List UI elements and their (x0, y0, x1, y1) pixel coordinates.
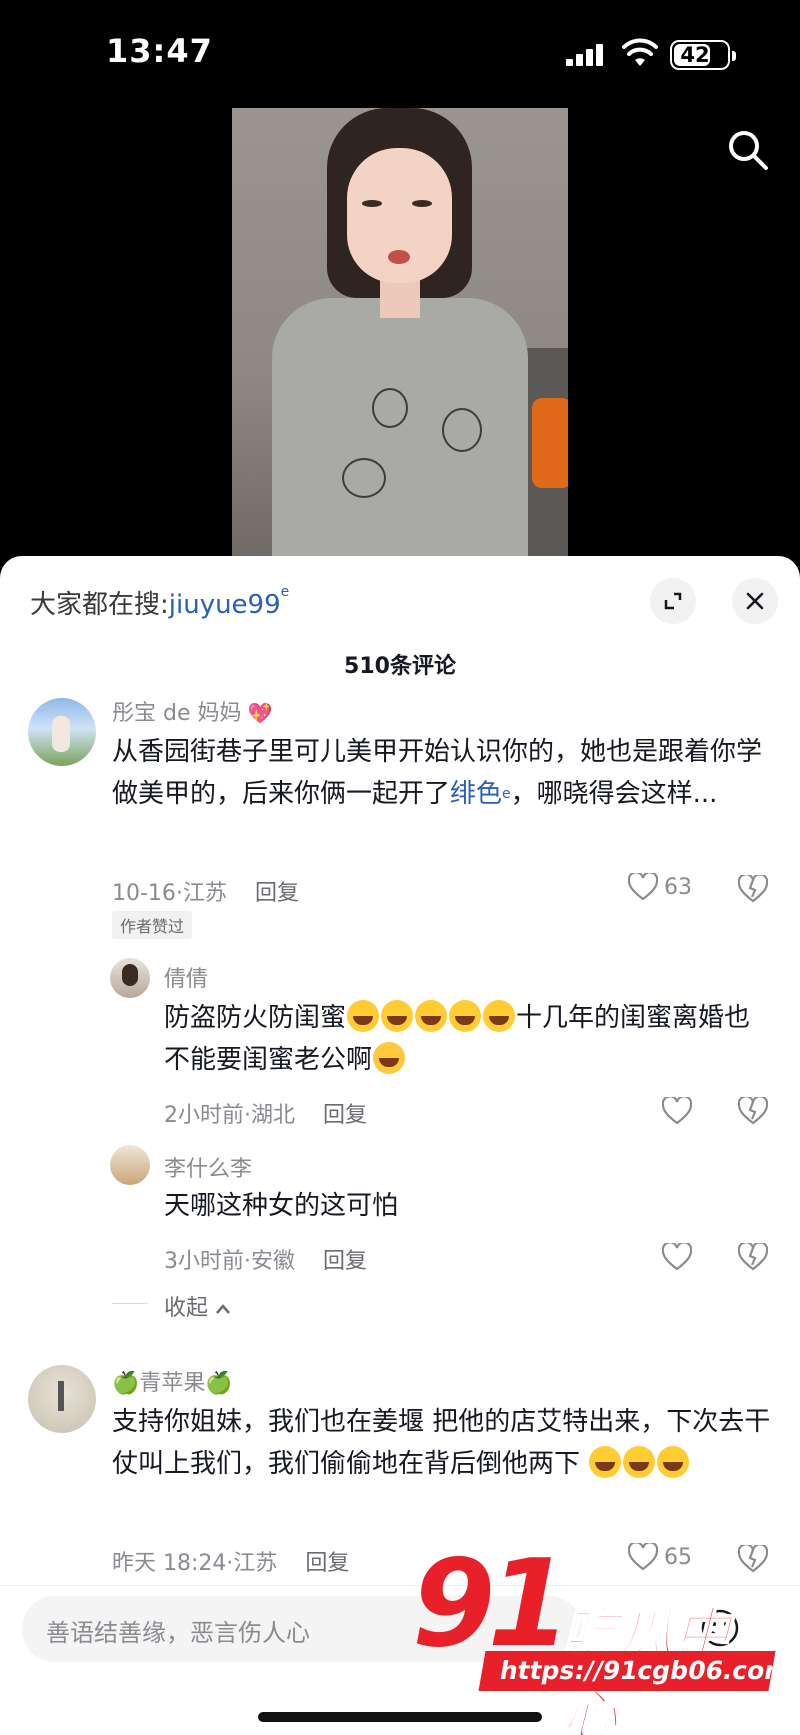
collapse-label: 收起 (164, 1296, 209, 1321)
chevron-up-icon (216, 1304, 230, 1314)
dislike-icon[interactable] (738, 875, 768, 903)
comment-location: 湖北 (251, 1103, 296, 1128)
close-button[interactable] (732, 578, 778, 624)
keyword-search-icon: 𝖾 (280, 584, 290, 600)
apple-emoji-icon: 🍏 (112, 1371, 140, 1396)
wifi-icon (622, 38, 658, 66)
comment-meta: 10-16·江苏 回复 (112, 881, 299, 906)
home-indicator[interactable] (258, 1712, 542, 1722)
like-count: 63 (664, 874, 692, 900)
comments-header: 大家都在搜:jiuyue99𝖾 (0, 556, 800, 646)
laugh-cry-emoji-icon (623, 1446, 656, 1478)
collapse-divider (112, 1303, 148, 1304)
laugh-cry-emoji-icon (483, 1000, 516, 1032)
comment-meta: 2小时前·湖北 回复 (164, 1103, 368, 1128)
laugh-cry-emoji-icon (415, 1000, 448, 1032)
reply-button[interactable]: 回复 (305, 1551, 349, 1576)
laugh-cry-emoji-icon (381, 1000, 414, 1032)
input-placeholder: 善语结善缘，恶言伤人心 (46, 1619, 310, 1647)
battery-level: 42 (680, 43, 710, 67)
comment-text: 天哪这种女的这可怕 (164, 1191, 399, 1221)
comment-location: 安徽 (251, 1249, 296, 1274)
status-time: 13:47 (106, 32, 213, 70)
username-text: 青苹果 (139, 1371, 206, 1396)
comment-text-end: ，哪晓得会这样... (510, 779, 718, 809)
hot-search[interactable]: 大家都在搜:jiuyue99𝖾 (30, 584, 289, 621)
laugh-cry-emoji-icon (589, 1446, 622, 1478)
thinking-emoji-icon (373, 1042, 406, 1074)
comment-location: 江苏 (233, 1551, 278, 1576)
watermark-url: https://91cgb06.com (478, 1651, 793, 1691)
comment-text: 支持你姐妹，我们也在姜堰 把他的店艾特出来，下次去干仗叫上我们，我们偷偷地在背后… (112, 1401, 772, 1485)
comment-meta: 3小时前·安徽 回复 (164, 1249, 368, 1274)
avatar[interactable] (110, 958, 150, 998)
heart-icon[interactable] (662, 1097, 692, 1125)
comment-text: 防盗防火防闺蜜 十几年的闺蜜离婚也不能要闺蜜老公啊 (164, 997, 774, 1081)
comment-username[interactable]: 倩倩 (164, 961, 208, 993)
expand-button[interactable] (650, 578, 696, 624)
avatar[interactable] (28, 698, 96, 766)
hot-search-keyword[interactable]: jiuyue99 (169, 590, 281, 620)
comment-date: 10-16 (112, 881, 176, 906)
expand-icon (664, 592, 682, 610)
topic-link[interactable]: 绯色 (450, 779, 502, 809)
comment-date: 2小时前 (164, 1103, 244, 1128)
close-icon (746, 592, 764, 610)
dislike-icon[interactable] (738, 1243, 768, 1271)
heart-icon (628, 873, 658, 901)
comment-meta: 昨天 18:24·江苏 回复 (112, 1551, 350, 1576)
avatar[interactable] (110, 1145, 150, 1185)
battery-icon: 42 (670, 40, 736, 70)
reply-button[interactable]: 回复 (323, 1249, 367, 1274)
hot-search-prefix: 大家都在搜: (30, 590, 169, 620)
comment-date: 昨天 18:24 (112, 1551, 227, 1576)
reply-button[interactable]: 回复 (255, 881, 299, 906)
collapse-button[interactable]: 收起 (164, 1290, 231, 1322)
heart-emoji-icon: 💖 (241, 701, 273, 725)
dislike-icon[interactable] (738, 1097, 768, 1125)
comment-username[interactable]: 🍏青苹果🍏 (112, 1365, 233, 1397)
video-player[interactable] (232, 108, 568, 558)
signal-icon (566, 44, 606, 66)
avatar[interactable] (28, 1365, 96, 1433)
status-bar: 13:47 42 (0, 0, 800, 110)
comment-location: 江苏 (182, 881, 227, 906)
apple-emoji-icon: 🍏 (205, 1371, 233, 1396)
comment-text-part: 防盗防火防闺蜜 (164, 1003, 347, 1033)
laugh-cry-emoji-icon (657, 1446, 690, 1478)
search-icon[interactable] (726, 128, 770, 172)
author-liked-badge: 作者赞过 (112, 911, 193, 939)
watermark-logo: 91 吃瓜中心 https://91cgb06.com (412, 1535, 793, 1735)
comment-count: 510条评论 (344, 654, 456, 679)
username-text: 彤宝 de 妈妈 (112, 701, 242, 726)
heart-icon[interactable] (662, 1243, 692, 1271)
laugh-cry-emoji-icon (347, 1000, 380, 1032)
comment-text: 从香园街巷子里可儿美甲开始认识你的，她也是跟着你学做美甲的，后来你俩一起开了绯色… (112, 731, 772, 815)
comment-username[interactable]: 李什么李 (164, 1151, 252, 1183)
comment-username[interactable]: 彤宝 de 妈妈 💖 (112, 695, 273, 727)
comment-date: 3小时前 (164, 1249, 244, 1274)
link-search-icon: 𝖾 (502, 786, 511, 802)
watermark-number: 91 (412, 1535, 571, 1674)
reply-button[interactable]: 回复 (323, 1103, 367, 1128)
laugh-cry-emoji-icon (449, 1000, 482, 1032)
like-button[interactable]: 63 (628, 873, 692, 901)
